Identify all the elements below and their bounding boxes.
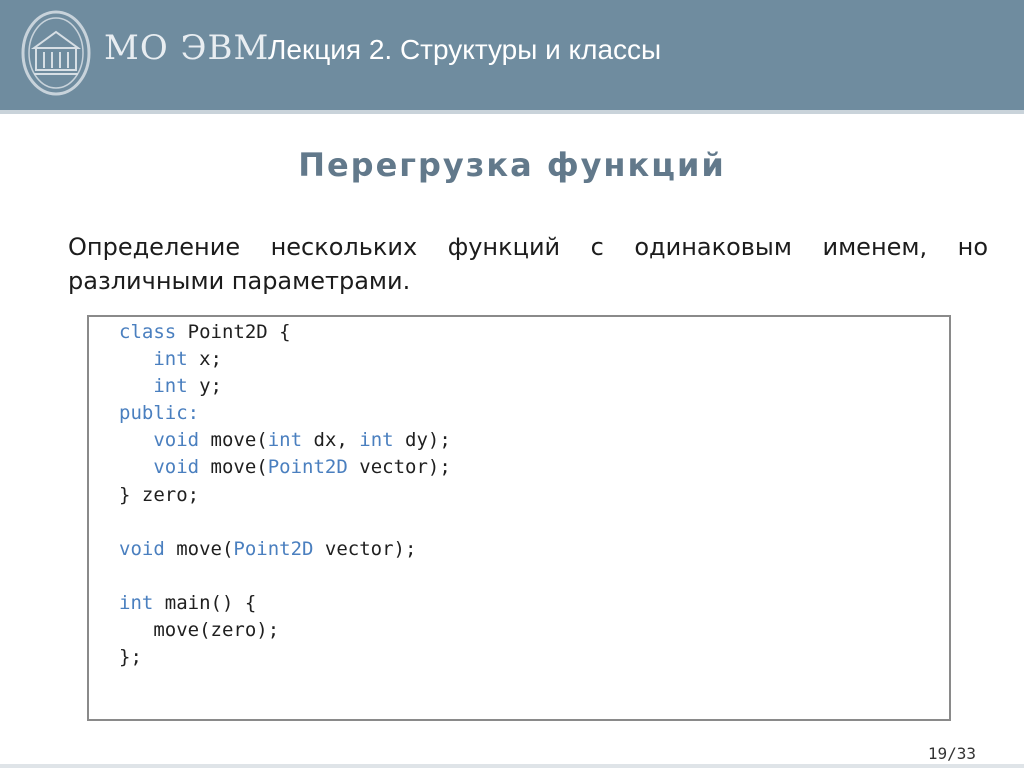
slide: МО ЭВМ Лекция 2. Структуры и классы Пере… — [0, 0, 1024, 768]
slide-header: МО ЭВМ Лекция 2. Структуры и классы — [0, 0, 1024, 110]
code-line: void move(int dx, int dy); — [119, 429, 451, 452]
code-text: move(zero); — [119, 619, 280, 642]
code-keyword: int — [153, 348, 188, 371]
code-keyword: int — [267, 429, 303, 452]
code-line: void move(Point2D vector); — [119, 538, 416, 560]
code-line: }; — [119, 646, 142, 668]
code-text: move( — [199, 429, 268, 452]
code-line: public: — [119, 402, 199, 424]
code-text: x; — [187, 348, 222, 371]
code-text: dx, — [302, 429, 360, 452]
code-text: Point2D { — [176, 321, 291, 343]
code-text: dy); — [393, 429, 451, 452]
code-keyword: public: — [119, 402, 200, 425]
code-text: vector); — [347, 456, 451, 479]
code-keyword: void — [153, 429, 200, 452]
code-keyword: int — [119, 591, 154, 614]
slide-heading: Перегрузка функций — [298, 146, 726, 184]
logo-text: МО ЭВМ — [104, 28, 270, 68]
code-keyword: int — [359, 429, 394, 452]
code-keyword: Point2D — [233, 537, 314, 560]
code-keyword: class — [119, 321, 177, 343]
university-seal-icon — [21, 10, 91, 96]
code-line: int main() { — [119, 592, 256, 614]
code-keyword: Point2D — [267, 456, 348, 479]
code-keyword: void — [153, 456, 200, 479]
code-text: move( — [164, 537, 234, 560]
lecture-title: Лекция 2. Структуры и классы — [268, 34, 662, 65]
page-number: 19/33 — [927, 744, 976, 763]
code-listing: class Point2D { int x; int y; public: vo… — [119, 319, 451, 671]
code-line: class Point2D { — [119, 321, 291, 343]
header-divider — [0, 110, 1024, 114]
code-keyword: void — [119, 537, 165, 560]
definition-text: Определение нескольких функций с одинако… — [68, 233, 988, 295]
code-text: }; — [119, 646, 142, 669]
code-text: y; — [187, 375, 222, 398]
code-line: void move(Point2D vector); — [119, 456, 451, 479]
code-keyword: int — [153, 375, 188, 398]
code-text: main() { — [153, 591, 257, 614]
code-line: } zero; — [119, 484, 199, 506]
code-text: } zero; — [119, 483, 200, 506]
footer-divider — [0, 764, 1024, 768]
code-text: vector); — [313, 537, 417, 560]
code-line: move(zero); — [119, 619, 279, 641]
code-line: int x; — [119, 348, 222, 370]
code-block: class Point2D { int x; int y; public: vo… — [87, 315, 951, 721]
code-text: move( — [199, 456, 268, 479]
code-line: int y; — [119, 375, 222, 397]
